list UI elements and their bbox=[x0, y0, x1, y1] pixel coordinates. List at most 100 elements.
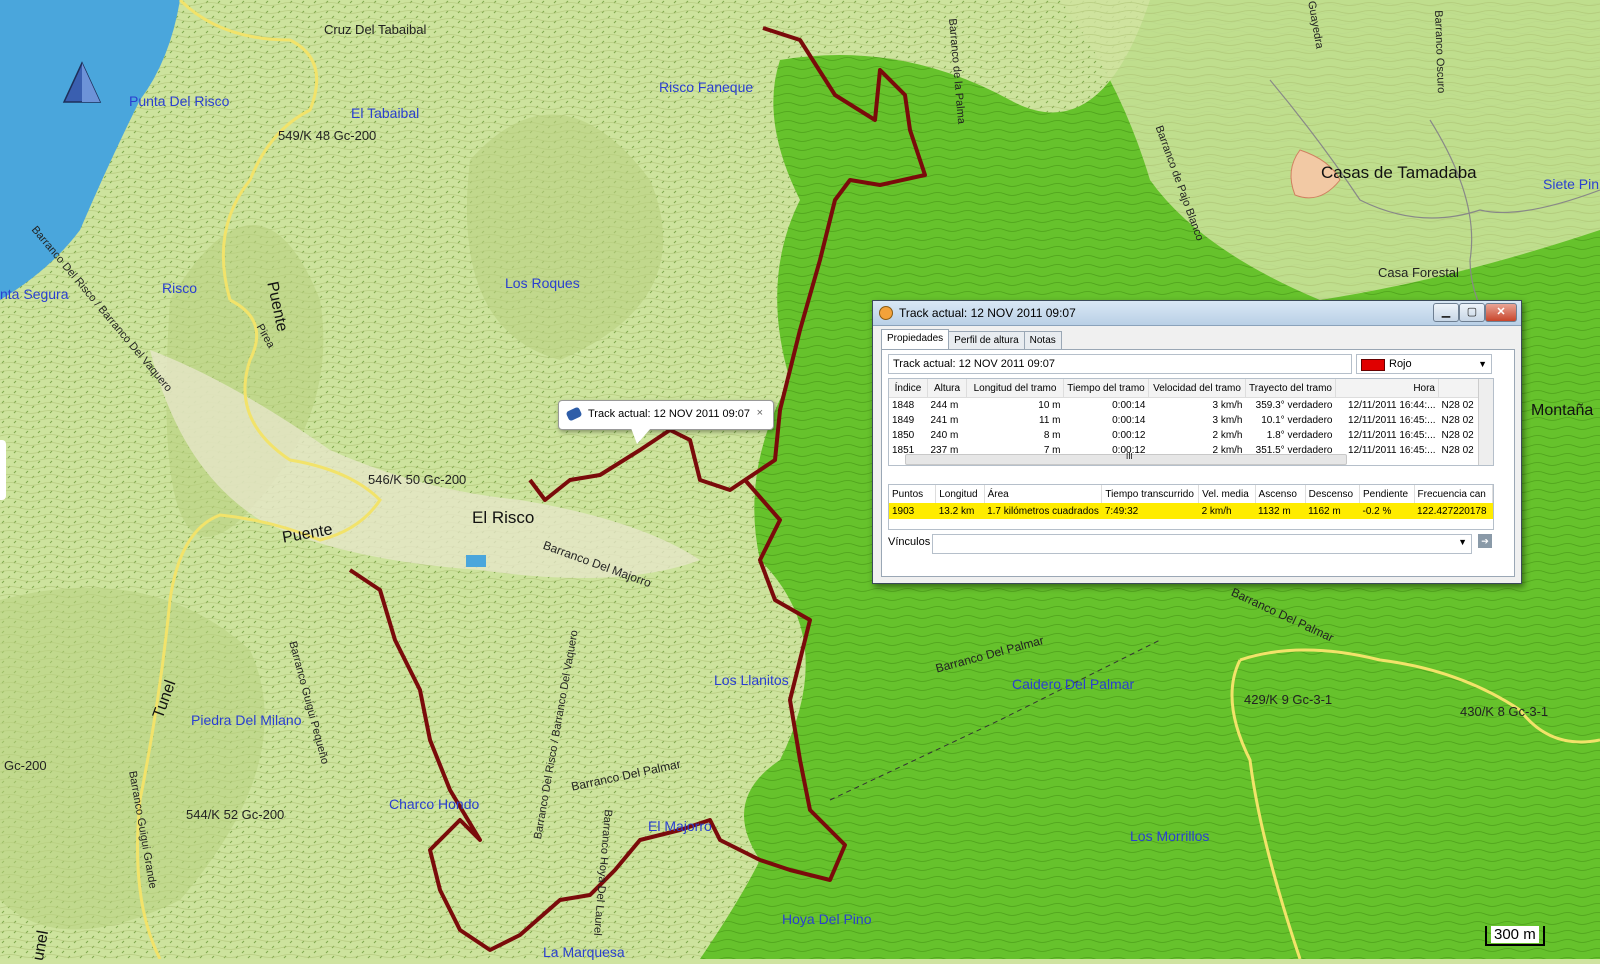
col-header: Descenso bbox=[1305, 485, 1361, 503]
links-select[interactable]: ▼ bbox=[932, 534, 1472, 554]
cell: 10 m bbox=[1038, 400, 1061, 411]
maximize-button[interactable]: ▢ bbox=[1459, 303, 1485, 322]
map-label-33: Siete Pin bbox=[1543, 176, 1600, 192]
cell: 1.8° verdadero bbox=[1266, 430, 1333, 441]
tab-propiedades[interactable]: Propiedades bbox=[881, 329, 950, 351]
scale-label: 300 m bbox=[1491, 926, 1539, 943]
col-header[interactable]: Trayecto del tramo bbox=[1245, 379, 1336, 398]
chevron-down-icon: ▼ bbox=[1458, 537, 1467, 547]
window-title: Track actual: 12 NOV 2011 09:07 bbox=[899, 306, 1076, 320]
table-row[interactable]: 1850 240 m 8 m 0:00:12 2 km/h 1.8° verda… bbox=[889, 428, 1486, 443]
map-label-3: 549/K 48 Gc-200 bbox=[278, 128, 377, 143]
cell: 8 m bbox=[1043, 430, 1061, 441]
summary-header-row: Puntos Longitud Área Tiempo transcurrido… bbox=[889, 485, 1493, 503]
cell: 12/11/2011 16:45:... bbox=[1348, 430, 1436, 441]
map-label-34: Casa Forestal bbox=[1378, 265, 1459, 280]
cell: 11 m bbox=[1039, 415, 1061, 426]
track-summary-table[interactable]: Puntos Longitud Área Tiempo transcurrido… bbox=[888, 484, 1494, 530]
tab-strip: Propiedades Perfil de altura Notas bbox=[881, 329, 1062, 351]
cell: 0:00:12 bbox=[1112, 430, 1146, 441]
cell: 1903 bbox=[889, 503, 936, 519]
tooltip-pointer bbox=[631, 428, 651, 444]
cell: 12/11/2011 16:44:... bbox=[1348, 400, 1436, 411]
cell: 240 m bbox=[930, 430, 959, 441]
app-icon bbox=[879, 306, 893, 320]
cell: 3 km/h bbox=[1212, 415, 1243, 426]
map-label-12: El Risco bbox=[472, 508, 535, 527]
map-label-23: 544/K 52 Gc-200 bbox=[186, 807, 285, 822]
summary-row[interactable]: 1903 13.2 km 1.7 kilómetros cuadrados 7:… bbox=[889, 503, 1493, 519]
cell: 12/11/2011 16:45:... bbox=[1348, 445, 1436, 456]
map-label-40: 430/K 8 Gc-3-1 bbox=[1460, 704, 1549, 719]
col-header[interactable]: Índice bbox=[889, 379, 928, 398]
table-header-row: Índice Altura Longitud del tramo Tiempo … bbox=[889, 379, 1486, 398]
chevron-down-icon: ▼ bbox=[1478, 359, 1487, 369]
map-label-7: Los Roques bbox=[505, 275, 580, 291]
tooltip-text: Track actual: 12 NOV 2011 09:07 bbox=[588, 408, 751, 420]
cell: 13.2 km bbox=[935, 503, 985, 519]
properties-pane: Track actual: 12 NOV 2011 09:07 Rojo ▼ Í… bbox=[881, 349, 1515, 577]
col-header: Pendiente bbox=[1359, 485, 1415, 503]
cell: 1848 bbox=[892, 400, 915, 411]
scroll-grip: III bbox=[1126, 452, 1133, 461]
table-row[interactable]: 1849 241 m 11 m 0:00:14 3 km/h 10.1° ver… bbox=[889, 413, 1486, 428]
map-label-28: La Marquesa bbox=[543, 944, 625, 960]
col-header: Puntos bbox=[889, 485, 937, 503]
col-header: Vel. media bbox=[1198, 485, 1256, 503]
horizontal-scrollbar[interactable]: III bbox=[905, 452, 1347, 465]
cell: 3 km/h bbox=[1212, 400, 1243, 411]
col-header[interactable]: Longitud del tramo bbox=[966, 379, 1064, 398]
col-header[interactable]: Velocidad del tramo bbox=[1148, 379, 1246, 398]
col-header: Área bbox=[984, 485, 1103, 503]
cell: 12/11/2011 16:45:... bbox=[1348, 415, 1436, 426]
minimize-button[interactable]: ▁ bbox=[1433, 303, 1459, 322]
map-label-0: Cruz Del Tabaibal bbox=[324, 22, 427, 37]
color-swatch bbox=[1361, 359, 1385, 371]
cell: 359.3° verdadero bbox=[1255, 400, 1333, 411]
cell: 1849 bbox=[892, 415, 915, 426]
map-label-41: Los Morrillos bbox=[1130, 828, 1210, 844]
map-label-16: Piedra Del Milano bbox=[191, 712, 302, 728]
table-row[interactable]: 1848 244 m 10 m 0:00:14 3 km/h 359.3° ve… bbox=[889, 398, 1486, 414]
col-header[interactable]: Hora bbox=[1335, 379, 1439, 398]
track-properties-window[interactable]: Track actual: 12 NOV 2011 09:07 ▁ ▢ ✕ Pr… bbox=[872, 300, 1522, 584]
close-button[interactable]: ✕ bbox=[1485, 303, 1517, 322]
cell: 10.1° verdadero bbox=[1261, 415, 1333, 426]
map-label-2: El Tabaibal bbox=[351, 105, 420, 121]
col-header: Tiempo transcurrido bbox=[1101, 485, 1200, 503]
map-label-24: Charco Hondo bbox=[389, 796, 480, 812]
cell: 244 m bbox=[930, 400, 959, 411]
go-arrow-button[interactable]: ➔ bbox=[1478, 534, 1492, 548]
map-label-6: nta Segura bbox=[0, 286, 69, 302]
map-label-35: Montaña bbox=[1531, 402, 1594, 419]
cell: 1850 bbox=[892, 430, 915, 441]
col-header[interactable]: Tiempo del tramo bbox=[1063, 379, 1149, 398]
cell: 2 km/h bbox=[1198, 503, 1256, 519]
map-label-38: Caidero Del Palmar bbox=[1012, 676, 1135, 692]
track-points-table[interactable]: Índice Altura Longitud del tramo Tiempo … bbox=[888, 378, 1494, 466]
color-select[interactable]: Rojo ▼ bbox=[1356, 354, 1492, 374]
cell: 0:00:14 bbox=[1112, 400, 1146, 411]
col-header: Longitud bbox=[935, 485, 985, 503]
scale-bar: 300 m bbox=[1485, 926, 1597, 946]
tooltip-close-button[interactable]: × bbox=[757, 407, 763, 419]
track-tooltip[interactable]: Track actual: 12 NOV 2011 09:07 × bbox=[558, 400, 774, 444]
map-label-4: Risco Faneque bbox=[659, 79, 754, 95]
vertical-scrollbar[interactable] bbox=[1478, 379, 1493, 465]
col-header[interactable]: Altura bbox=[927, 379, 967, 398]
cell: 7:49:32 bbox=[1101, 503, 1199, 519]
window-titlebar[interactable]: Track actual: 12 NOV 2011 09:07 ▁ ▢ ✕ bbox=[873, 301, 1521, 326]
tab-perfil-de-altura[interactable]: Perfil de altura bbox=[948, 331, 1025, 351]
map-label-25: El Majorro bbox=[648, 818, 712, 834]
map-label-11: 546/K 50 Gc-200 bbox=[368, 472, 467, 487]
map-label-5: Risco bbox=[162, 280, 198, 296]
map-label-27: Hoya Del Pino bbox=[782, 911, 872, 927]
col-header: Ascenso bbox=[1255, 485, 1306, 503]
cell: 122.427220178 bbox=[1414, 503, 1493, 519]
tab-notas[interactable]: Notas bbox=[1023, 331, 1062, 351]
cell: 1162 m bbox=[1305, 503, 1360, 519]
side-panel-handle[interactable] bbox=[0, 440, 6, 500]
cell: 1.7 kilómetros cuadrados bbox=[984, 503, 1102, 519]
cell: 241 m bbox=[930, 415, 959, 426]
track-name-field[interactable]: Track actual: 12 NOV 2011 09:07 bbox=[888, 354, 1352, 374]
